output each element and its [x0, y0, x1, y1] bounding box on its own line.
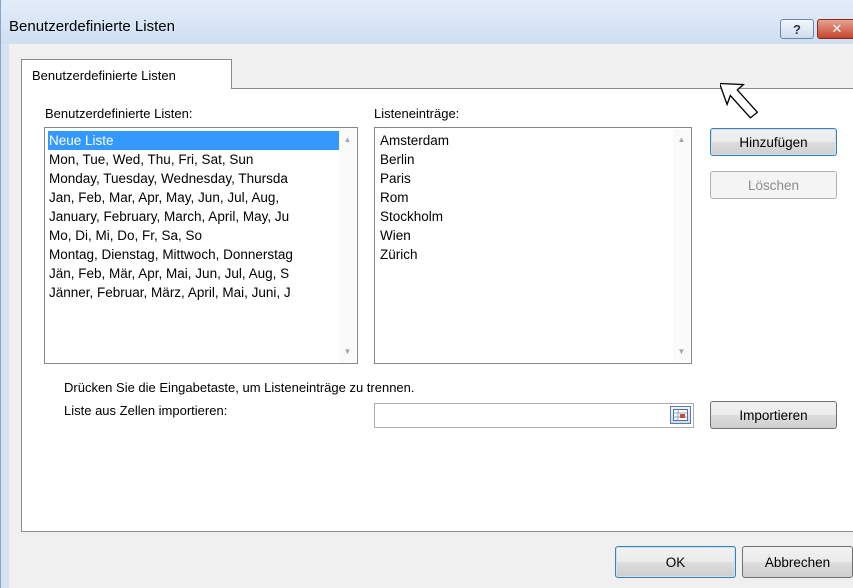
mouse-cursor-icon — [720, 82, 758, 119]
list-entry-line: Paris — [380, 171, 411, 186]
tab-label: Benutzerdefinierte Listen — [32, 68, 176, 83]
custom-list-item[interactable]: Jan, Feb, Mar, Apr, May, Jun, Jul, Aug, — [48, 188, 339, 207]
import-label: Liste aus Zellen importieren: — [64, 403, 228, 418]
tab-custom-lists[interactable]: Benutzerdefinierte Listen — [21, 59, 232, 89]
custom-list-item[interactable]: Montag, Dienstag, Mittwoch, Donnerstag — [48, 245, 339, 264]
close-button[interactable]: ✕ — [817, 19, 853, 39]
scroll-up-icon[interactable]: ▲ — [673, 131, 690, 148]
title-bar[interactable]: Benutzerdefinierte Listen ? ✕ — [1, 0, 853, 44]
custom-list-item[interactable]: Mo, Di, Mi, Do, Fr, Sa, So — [48, 226, 339, 245]
custom-list-item[interactable]: Mon, Tue, Wed, Thu, Fri, Sat, Sun — [48, 150, 339, 169]
custom-lists-scrollbar[interactable]: ▲ ▼ — [339, 129, 356, 362]
list-entry-line: Amsterdam — [380, 133, 450, 148]
custom-lists-listbox[interactable]: Neue Liste Mon, Tue, Wed, Thu, Fri, Sat, … — [44, 127, 358, 364]
list-entries-scrollbar[interactable]: ▲ ▼ — [673, 129, 690, 362]
custom-lists-label: Benutzerdefinierte Listen: — [45, 106, 192, 121]
import-range-input[interactable] — [374, 403, 694, 428]
help-button[interactable]: ? — [780, 19, 814, 39]
custom-list-item[interactable]: Jän, Feb, Mär, Apr, Mai, Jun, Jul, Aug, … — [48, 264, 339, 283]
custom-list-item[interactable]: Jänner, Februar, März, April, Mai, Juni,… — [48, 283, 339, 302]
scroll-down-icon[interactable]: ▼ — [673, 343, 690, 360]
list-entry-line: Zürich — [380, 247, 418, 262]
range-picker-icon[interactable] — [670, 406, 691, 424]
delete-button[interactable]: Löschen — [710, 171, 837, 199]
window-title: Benutzerdefinierte Listen — [9, 18, 175, 35]
help-icon: ? — [793, 21, 801, 37]
list-entry-line: Berlin — [380, 152, 415, 167]
import-button[interactable]: Importieren — [710, 401, 837, 429]
close-icon: ✕ — [831, 21, 843, 36]
ok-button[interactable]: OK — [615, 546, 736, 578]
list-entry-line: Rom — [380, 190, 409, 205]
list-entry-line: Wien — [380, 228, 411, 243]
tab-panel: Benutzerdefinierte Listen: Neue Liste Mon… — [21, 88, 853, 532]
scroll-down-icon[interactable]: ▼ — [339, 343, 356, 360]
custom-lists-label-text: Benutzerdefinierte Listen: — [45, 106, 193, 121]
scroll-up-icon[interactable]: ▲ — [339, 131, 356, 148]
custom-list-item[interactable]: Monday, Tuesday, Wednesday, Thursda — [48, 169, 339, 188]
list-entries-label: Listeneinträge: — [374, 106, 460, 121]
list-entry-line: Stockholm — [380, 209, 444, 224]
dialog-window: Benutzerdefinierte Listen ? ✕ Benutzerde… — [0, 0, 853, 588]
list-entries-textarea[interactable]: Amsterdam Berlin Paris Rom Stockholm Wien Züri… — [374, 127, 692, 364]
list-entries-items: Amsterdam Berlin Paris Rom Stockholm Wien Züri… — [379, 131, 673, 360]
custom-lists-items: Neue Liste Mon, Tue, Wed, Thu, Fri, Sat, … — [48, 131, 339, 360]
custom-list-item[interactable]: January, February, March, April, May, Ju — [48, 207, 339, 226]
hint-text: Drücken Sie die Eingabetaste, um Listene… — [64, 380, 415, 395]
custom-list-item[interactable]: Neue Liste — [48, 131, 339, 150]
cancel-button[interactable]: Abbrechen — [742, 546, 853, 578]
